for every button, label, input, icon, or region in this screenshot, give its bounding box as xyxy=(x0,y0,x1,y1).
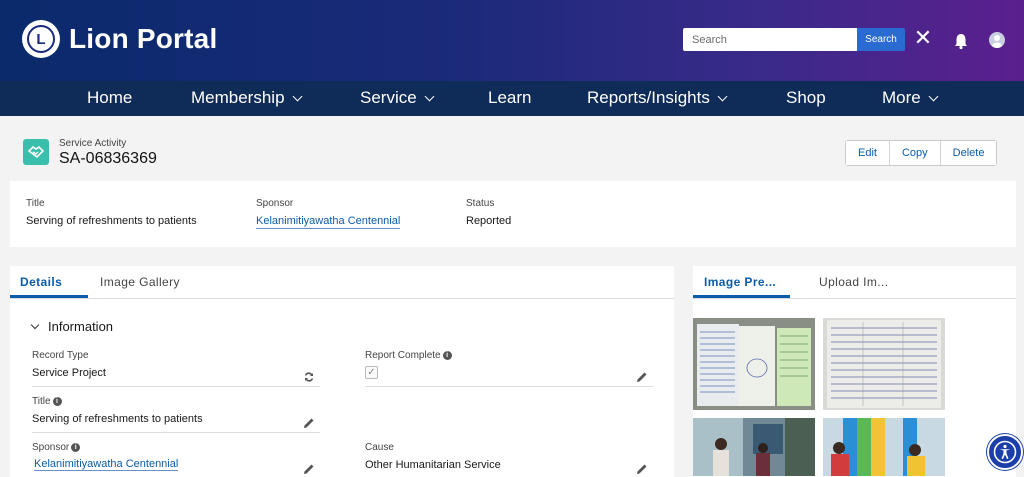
record-number: SA-06836369 xyxy=(59,150,157,167)
sponsor-link[interactable]: Kelanimitiyawatha Centennial xyxy=(34,458,179,471)
record-actions: Edit Copy Delete xyxy=(845,140,998,166)
record-header: Service Activity SA-06836369 Edit Copy D… xyxy=(10,126,1016,178)
info-icon[interactable]: i xyxy=(71,443,81,452)
handshake-icon xyxy=(23,139,49,165)
image-thumbnail[interactable] xyxy=(823,318,945,410)
search-button[interactable]: Search xyxy=(857,28,905,51)
field-label: Sponsor i xyxy=(32,442,320,453)
record-type-label: Service Activity xyxy=(59,138,127,149)
active-tab-indicator xyxy=(10,295,88,298)
section-information[interactable]: Information xyxy=(30,319,114,334)
change-record-type-icon[interactable] xyxy=(303,371,315,383)
chevron-down-icon xyxy=(30,320,40,329)
pencil-icon[interactable] xyxy=(636,463,648,475)
field-label: Cause xyxy=(365,442,394,453)
divider xyxy=(32,386,320,387)
nav-item-home[interactable]: Home xyxy=(87,88,132,108)
field-record-type: Record Type Service Project xyxy=(32,350,320,387)
nav-item-service[interactable]: Service xyxy=(360,88,435,108)
active-tab-indicator xyxy=(693,295,790,298)
field-label-text: Title xyxy=(32,396,51,407)
field-title: Title i Serving of refreshments to patie… xyxy=(32,396,320,433)
brand-title: Lion Portal xyxy=(69,23,218,54)
info-icon[interactable]: i xyxy=(52,397,62,406)
report-complete-checkbox[interactable]: ✓ xyxy=(365,366,378,379)
tab-upload-image[interactable]: Upload Im... xyxy=(819,275,889,289)
chevron-down-icon xyxy=(292,91,302,101)
nav-item-shop[interactable]: Shop xyxy=(786,88,826,108)
field-label: Record Type xyxy=(32,350,89,361)
section-title: Information xyxy=(48,319,114,334)
main-nav: Home Membership Service Learn Reports/In… xyxy=(0,81,1024,116)
highlight-sponsor: Sponsor Kelanimitiyawatha Centennial xyxy=(256,198,401,229)
info-icon[interactable]: i xyxy=(442,351,452,360)
highlight-title-label: Title xyxy=(26,198,45,209)
highlight-status-value: Reported xyxy=(466,215,512,227)
pencil-icon[interactable] xyxy=(303,463,315,475)
image-thumbnail[interactable] xyxy=(693,318,815,410)
divider xyxy=(32,432,320,433)
tab-details[interactable]: Details xyxy=(20,275,62,289)
divider xyxy=(365,386,653,387)
field-value: Other Humanitarian Service xyxy=(365,459,501,471)
field-value: Service Project xyxy=(32,367,106,379)
highlight-sponsor-link[interactable]: Kelanimitiyawatha Centennial xyxy=(256,215,401,229)
image-panel: Image Pre... Upload Im... xyxy=(693,266,1016,477)
field-label: Title i xyxy=(32,396,320,407)
highlight-status: Status Reported xyxy=(466,198,511,227)
image-thumbnail[interactable] xyxy=(823,418,945,476)
delete-button[interactable]: Delete xyxy=(940,141,997,165)
field-label-text: Report Complete xyxy=(365,350,441,361)
close-icon[interactable]: ✕ xyxy=(912,27,934,50)
pencil-icon[interactable] xyxy=(303,417,315,429)
accessibility-button[interactable] xyxy=(987,434,1023,470)
highlight-title: Title Serving of refreshments to patient… xyxy=(26,198,197,227)
field-report-complete: Report Complete i ✓ xyxy=(365,350,653,387)
top-header: L Lion Portal Search ✕ xyxy=(0,0,1024,81)
nav-item-learn[interactable]: Learn xyxy=(488,88,531,108)
edit-button[interactable]: Edit xyxy=(846,141,890,165)
field-value: Serving of refreshments to patients xyxy=(32,413,203,425)
detail-tabs: Details Image Gallery xyxy=(10,266,674,299)
details-panel: Details Image Gallery Information Record… xyxy=(10,266,674,477)
highlights-panel: Title Serving of refreshments to patient… xyxy=(10,181,1016,247)
nav-item-more[interactable]: More xyxy=(882,88,939,108)
accessibility-icon xyxy=(993,440,1017,464)
field-sponsor: Sponsor i Kelanimitiyawatha Centennial xyxy=(32,442,320,475)
tab-image-preview[interactable]: Image Pre... xyxy=(704,275,776,289)
pencil-icon[interactable] xyxy=(636,371,648,383)
brand-logo[interactable]: L Lion Portal xyxy=(22,20,217,58)
highlight-title-value: Serving of refreshments to patients xyxy=(26,215,197,227)
avatar[interactable] xyxy=(989,32,1005,48)
chevron-down-icon xyxy=(928,91,939,101)
copy-button[interactable]: Copy xyxy=(889,141,941,165)
nav-item-membership[interactable]: Membership xyxy=(191,88,302,108)
image-tabs: Image Pre... Upload Im... xyxy=(693,266,1016,299)
lions-emblem-icon: L xyxy=(22,20,60,58)
field-label: Report Complete i xyxy=(365,350,653,361)
highlight-status-label: Status xyxy=(466,198,495,209)
image-thumbnail[interactable] xyxy=(693,418,815,476)
tab-image-gallery[interactable]: Image Gallery xyxy=(100,275,180,289)
search-input[interactable] xyxy=(683,28,857,51)
chevron-down-icon xyxy=(717,91,728,101)
highlight-sponsor-label: Sponsor xyxy=(256,198,294,209)
nav-item-reports[interactable]: Reports/Insights xyxy=(587,88,728,108)
field-label-text: Sponsor xyxy=(32,442,70,453)
field-cause: Cause Other Humanitarian Service xyxy=(365,442,653,474)
chevron-down-icon xyxy=(424,91,435,101)
bell-icon[interactable] xyxy=(952,32,970,50)
